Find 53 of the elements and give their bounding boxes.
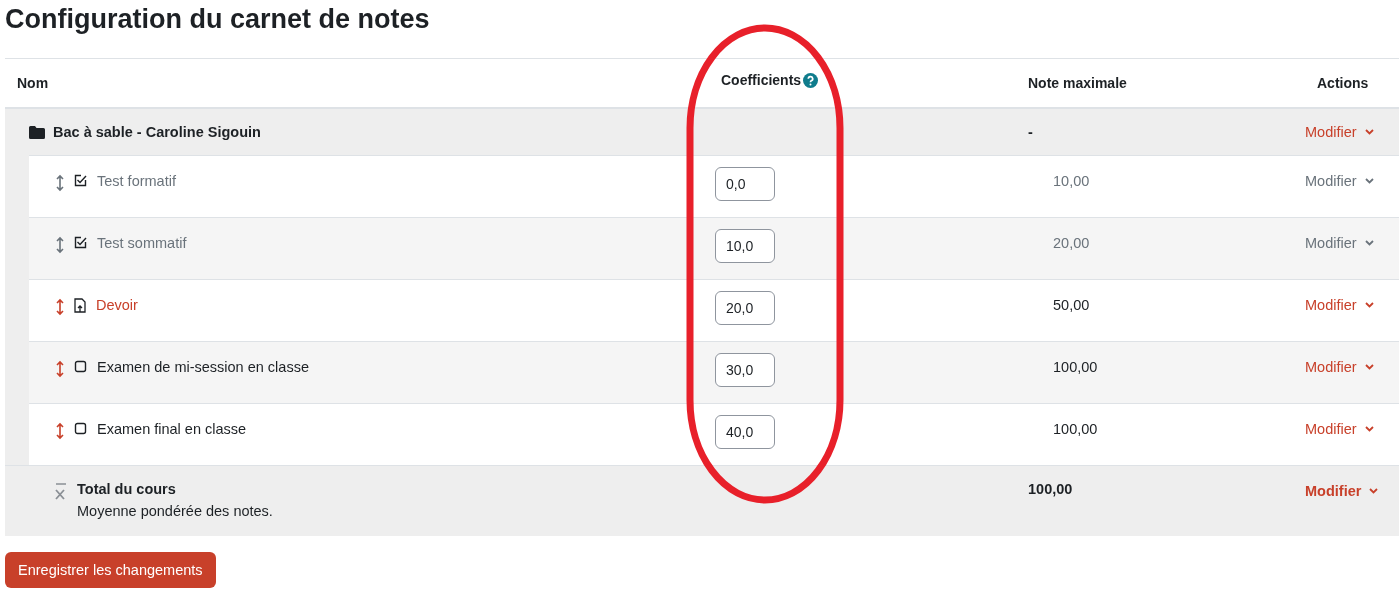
move-icon[interactable] [56,236,64,254]
caret-icon [1364,302,1374,308]
caret-icon [1364,240,1374,246]
coefficient-field[interactable]: 40,0 [715,415,775,449]
move-icon[interactable] [56,298,64,316]
move-icon[interactable] [56,174,64,192]
mean-icon [53,481,69,501]
edit-menu-link[interactable]: Modifier [1305,421,1357,437]
column-header: Nom [16,75,50,91]
grade-item-name[interactable]: Test sommatif [97,235,187,251]
max-grade: 100,00 [1053,421,1098,437]
max-grade: 10,00 [1053,173,1090,189]
edit-menu-link[interactable]: Modifier [1305,483,1362,499]
help-icon[interactable] [803,72,819,88]
coefficient-field[interactable]: 30,0 [715,353,775,387]
max-grade: - [1027,124,1034,140]
save-button[interactable]: Enregistrer les changements [5,552,216,588]
move-icon[interactable] [56,422,64,440]
file-upload-icon [74,298,86,313]
caret-icon [1364,178,1374,184]
grade-item-name[interactable]: Test formatif [97,173,176,189]
folder-icon [29,125,45,139]
caret-icon [1364,129,1374,135]
edit-menu-link[interactable]: Modifier [1305,124,1357,140]
max-grade: 100,00 [1053,359,1098,375]
square-icon [74,360,87,373]
checkbox-icon [74,174,87,187]
grade-item-name: Examen de mi-session en classe [97,359,309,375]
max-grade: 20,00 [1053,235,1090,251]
edit-menu-link[interactable]: Modifier [1305,173,1357,189]
caret-icon [1364,364,1374,370]
edit-menu-link[interactable]: Modifier [1305,359,1357,375]
max-grade: 50,00 [1053,297,1090,313]
category-name: Bac à sable - Caroline Sigouin [53,124,261,140]
caret-icon [1369,488,1379,494]
total-name: Total du cours [77,481,177,497]
move-icon[interactable] [56,360,64,378]
grade-item-name[interactable]: Devoir [96,297,138,313]
square-icon [74,422,87,435]
edit-menu-link[interactable]: Modifier [1305,297,1357,313]
column-header: Note maximale [1027,75,1128,91]
page-title: Configuration du carnet de notes [5,4,431,36]
total-description: Moyenne pondérée des notes. [77,503,274,519]
grade-item-name: Examen final en classe [97,421,247,437]
caret-icon [1364,426,1374,432]
max-grade: 100,00 [1027,480,1074,497]
column-header: Actions [1316,75,1370,91]
checkbox-icon [74,236,87,249]
coefficient-field[interactable]: 20,0 [715,291,775,325]
coefficient-field[interactable]: 10,0 [715,229,775,263]
column-header: Coefficients [721,72,802,88]
coefficient-field[interactable]: 0,0 [715,167,775,201]
edit-menu-link[interactable]: Modifier [1305,235,1357,251]
